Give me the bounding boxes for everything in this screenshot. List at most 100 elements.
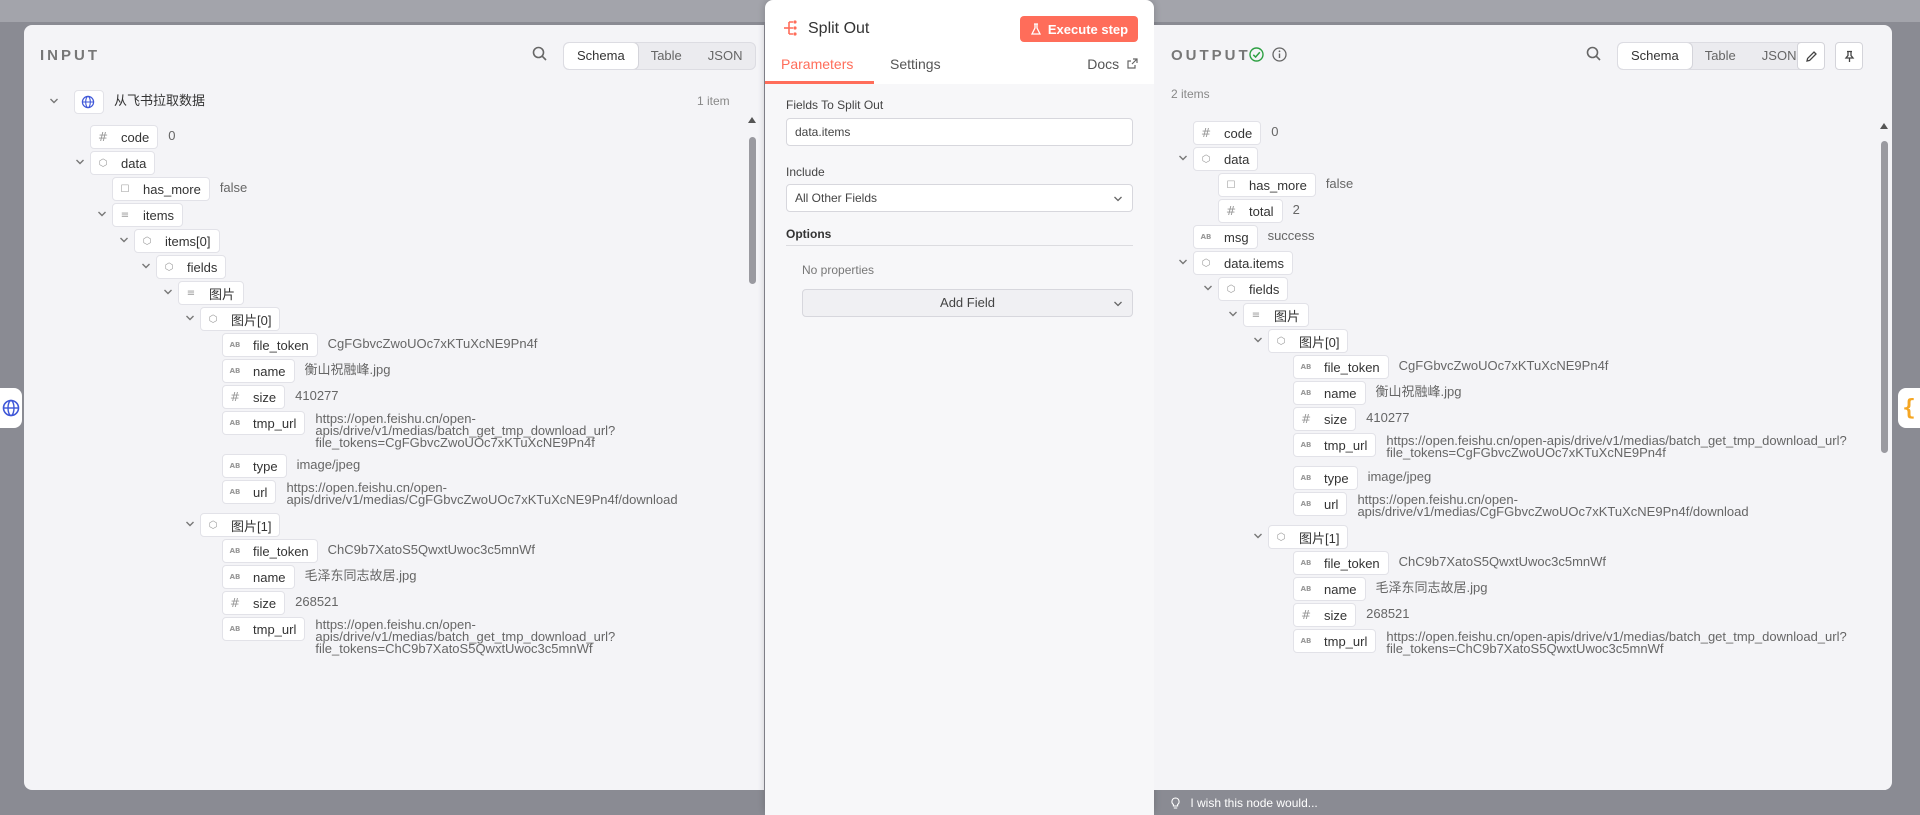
field-key-pill[interactable]: ⬡ 图片[0] (200, 307, 281, 331)
field-value: https://open.feishu.cn/open- apis/drive/… (1357, 492, 1749, 519)
object-type-icon: ⬡ (208, 519, 218, 531)
chevron-down-icon[interactable] (163, 287, 173, 297)
input-scrollbar[interactable] (746, 115, 758, 790)
chevron-down-icon[interactable] (1203, 283, 1213, 293)
chevron-down-icon[interactable] (75, 157, 85, 167)
tab-settings[interactable]: Settings (890, 56, 941, 72)
field-key-pill[interactable]: ⬡ 图片[1] (200, 513, 281, 537)
field-key-pill[interactable]: # size (222, 591, 286, 615)
chevron-down-icon[interactable] (49, 96, 59, 106)
field-key-pill[interactable]: AB tmp_url (1293, 433, 1377, 457)
field-key-pill[interactable]: ⬡ fields (1218, 277, 1289, 301)
field-key-pill[interactable]: ⬡ data (90, 151, 156, 175)
field-key-pill[interactable]: AB name (222, 359, 295, 383)
input-view-schema[interactable]: Schema (564, 43, 638, 69)
boolean-type-icon: ☐ (1226, 179, 1236, 191)
field-key-pill[interactable]: AB type (222, 454, 287, 478)
search-icon[interactable] (531, 45, 549, 63)
field-key-pill[interactable]: AB tmp_url (222, 411, 306, 435)
string-type-icon: AB (1300, 363, 1312, 371)
field-key-pill[interactable]: ☐ has_more (1218, 173, 1316, 197)
input-view-table[interactable]: Table (638, 43, 695, 69)
tree-row: AB tmp_url https://open.feishu.cn/open-api… (1293, 433, 1847, 459)
search-icon[interactable] (1585, 45, 1603, 63)
output-view-table[interactable]: Table (1692, 43, 1749, 69)
field-key-pill[interactable]: AB url (222, 480, 277, 504)
globe-icon[interactable] (0, 388, 22, 428)
field-key-pill[interactable]: ⬡ 图片[0] (1268, 329, 1349, 353)
chevron-down-icon[interactable] (119, 235, 129, 245)
tab-parameters[interactable]: Parameters (781, 56, 853, 72)
field-key-pill[interactable]: # total (1218, 199, 1283, 223)
include-select[interactable]: All Other Fields (786, 184, 1133, 212)
chevron-down-icon[interactable] (1253, 335, 1263, 345)
field-key-pill[interactable]: ⬡ 图片[1] (1268, 525, 1349, 549)
field-key: fields (187, 259, 218, 275)
chevron-down-icon[interactable] (1178, 153, 1188, 163)
field-key: data (121, 155, 147, 171)
field-key: name (1324, 385, 1357, 401)
add-field-button[interactable]: Add Field (802, 289, 1133, 317)
field-key: tmp_url (1324, 437, 1368, 453)
string-type-icon: AB (1300, 441, 1312, 449)
field-key-pill[interactable]: ≡ 图片 (178, 281, 245, 305)
field-key-pill[interactable]: AB name (1293, 381, 1366, 405)
field-key-pill[interactable]: AB url (1293, 492, 1348, 516)
field-key-pill[interactable]: ⬡ items[0] (134, 229, 220, 253)
field-key-pill[interactable]: AB file_token (1293, 551, 1389, 575)
input-view-json[interactable]: JSON (695, 43, 756, 69)
chevron-down-icon[interactable] (185, 313, 195, 323)
tree-row: AB url https://open.feishu.cn/open- apis/d… (222, 480, 678, 506)
field-key-pill[interactable]: # code (90, 125, 159, 149)
fields-to-split-input[interactable]: data.items (786, 118, 1133, 146)
docs-link[interactable]: Docs (1087, 56, 1138, 72)
feedback-prompt[interactable]: I wish this node would... (1170, 796, 1318, 810)
field-key-pill[interactable]: AB file_token (222, 539, 318, 563)
field-key: 图片[1] (231, 518, 272, 534)
chevron-down-icon[interactable] (1253, 531, 1263, 541)
chevron-down-icon[interactable] (97, 209, 107, 219)
field-value: 毛泽东同志故居.jpg (1375, 580, 1488, 595)
field-value: image/jpeg (1367, 469, 1432, 484)
number-type-icon: # (97, 130, 109, 144)
field-key-pill[interactable]: AB name (222, 565, 295, 589)
output-item-count: 2 items (1171, 87, 1210, 101)
field-key-pill[interactable]: AB tmp_url (222, 617, 306, 641)
field-key-pill[interactable]: # size (1293, 407, 1357, 431)
chevron-down-icon[interactable] (1178, 257, 1188, 267)
chevron-down-icon[interactable] (1228, 309, 1238, 319)
tree-row: # size 410277 (1293, 407, 1410, 431)
field-key-pill[interactable]: # code (1193, 121, 1262, 145)
field-key: file_token (1324, 359, 1380, 375)
info-icon[interactable] (1272, 47, 1287, 62)
field-key-pill[interactable]: ⬡ fields (156, 255, 227, 279)
field-key-pill[interactable]: AB name (1293, 577, 1366, 601)
field-key-pill[interactable]: AB tmp_url (1293, 629, 1377, 653)
field-key-pill[interactable]: AB msg (1193, 225, 1258, 249)
scroll-up-icon[interactable] (1879, 121, 1889, 131)
field-key-pill[interactable]: AB type (1293, 466, 1358, 490)
chevron-down-icon[interactable] (185, 519, 195, 529)
input-scroll-thumb[interactable] (749, 137, 756, 284)
field-key-pill[interactable]: AB file_token (1293, 355, 1389, 379)
output-view-schema[interactable]: Schema (1618, 43, 1692, 69)
scroll-up-icon[interactable] (747, 115, 757, 125)
field-key: tmp_url (253, 415, 297, 431)
pin-output-button[interactable] (1835, 42, 1863, 70)
input-item-count: 1 item (697, 94, 730, 108)
field-key-pill[interactable]: ⬡ data.items (1193, 251, 1293, 275)
field-key-pill[interactable]: ☐ has_more (112, 177, 210, 201)
edit-output-button[interactable] (1797, 42, 1825, 70)
tree-row: # total 2 (1218, 199, 1300, 223)
output-scrollbar[interactable] (1878, 121, 1890, 790)
chevron-down-icon[interactable] (141, 261, 151, 271)
output-scroll-thumb[interactable] (1881, 141, 1888, 453)
field-key-pill[interactable]: ⬡ data (1193, 147, 1259, 171)
field-key-pill[interactable]: AB file_token (222, 333, 318, 357)
code-braces-icon[interactable]: { (1898, 388, 1920, 428)
execute-step-button[interactable]: Execute step (1020, 16, 1138, 42)
field-key-pill[interactable]: ≡ 图片 (1243, 303, 1310, 327)
field-key-pill[interactable]: # size (1293, 603, 1357, 627)
field-key-pill[interactable]: ≡ items (112, 203, 184, 227)
field-key-pill[interactable]: # size (222, 385, 286, 409)
